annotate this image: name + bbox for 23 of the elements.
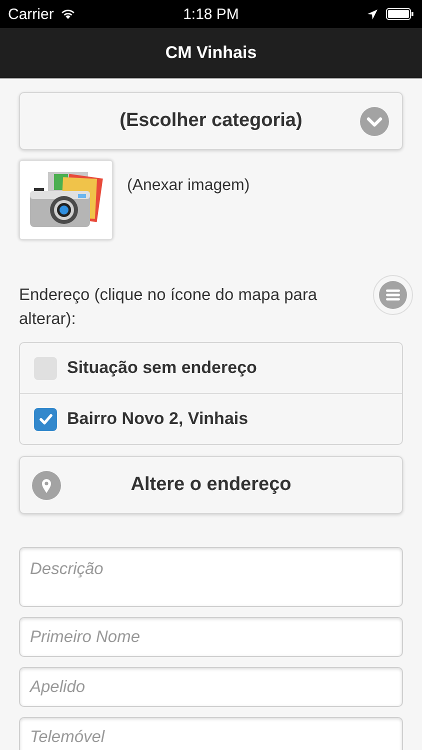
input-field[interactable]: Apelido [19,667,403,707]
wifi-icon [60,8,76,20]
category-dropdown[interactable]: (Escolher categoria) [19,92,403,150]
attach-image-label: (Anexar imagem) [127,177,250,195]
input-field[interactable]: Telemóvel [19,717,403,750]
screen-title: CM Vinhais [165,43,257,63]
address-instructions: Endereço (clique no ícone do mapa para alterar): [19,285,318,330]
description-field[interactable]: Descrição [19,547,403,607]
option-label[interactable]: Bairro Novo 2, Vinhais [67,409,248,429]
menu-button[interactable] [373,275,413,315]
option-label[interactable]: Situação sem endereço [67,358,257,378]
menu-icon [379,281,407,309]
checkbox[interactable] [34,408,57,430]
carrier-name: Carrier [8,6,54,22]
checkmark-icon [38,413,52,425]
clock-time: 1:18 PM [182,6,240,22]
map-pin-icon [32,471,61,500]
change-address-button[interactable]: Altere o endereço [19,456,403,514]
chevron-down-icon [360,107,389,136]
battery-icon [386,8,414,20]
location-arrow-icon [367,8,378,20]
attach-image-button[interactable] [19,160,113,240]
input-field[interactable]: Primeiro Nome [19,617,403,657]
